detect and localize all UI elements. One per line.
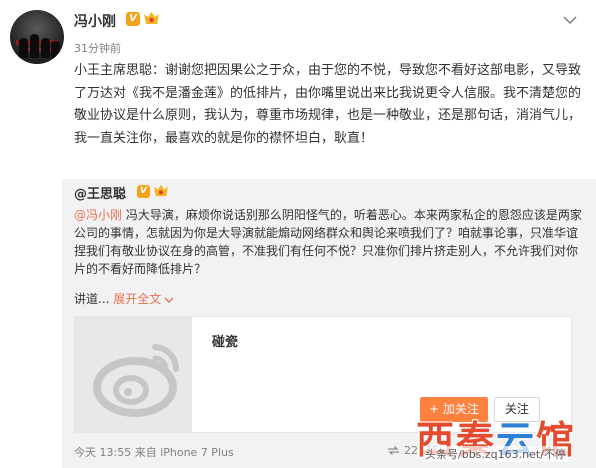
chevron-down-icon[interactable]	[561, 11, 579, 29]
repost-footer[interactable]: 今天 13:55 来自 iPhone 7 Plus	[74, 444, 234, 460]
author-name[interactable]: 冯小刚	[74, 11, 116, 31]
repost-icon[interactable]	[387, 445, 400, 456]
watermark-url: 头条号/bbs.zq163.net/不停	[423, 446, 568, 462]
repost-body: 冯大导演，麻烦你说话别那么阴阳怪气的，听着恶心。本来两家私企的恩怨应该是两家公司…	[74, 208, 582, 276]
avatar-figure	[30, 34, 39, 58]
vip-icon	[144, 12, 159, 24]
expand-full-text-link[interactable]: 展开全文	[113, 292, 161, 306]
truncated-text: 讲道...	[74, 292, 114, 306]
avatar-figure	[19, 38, 28, 58]
avatar-figure	[51, 41, 60, 58]
verified-badge: V	[137, 185, 150, 198]
vip-icon	[154, 184, 168, 197]
weibo-logo-icon	[93, 344, 180, 417]
expand-row: 讲道... 展开全文	[74, 290, 174, 307]
repost-text: @冯小刚 冯大导演，麻烦你说话别那么阴阳怪气的，听着恶心。本来两家私企的恩怨应该…	[74, 206, 586, 278]
post-content: 小王主席思聪：谢谢您把因果公之于众，由于您的不悦，导致您不看好这部电影，又导致了…	[74, 63, 582, 146]
avatar[interactable]	[10, 10, 64, 64]
repost-author[interactable]: @王思聪	[74, 183, 126, 202]
chevron-down-icon[interactable]	[164, 296, 174, 304]
card-thumbnail	[75, 317, 192, 432]
mention-link[interactable]: @冯小刚	[74, 208, 122, 222]
verified-badge: V	[126, 12, 140, 26]
weibo-post: 冯小刚 V 31分钟前 小王主席思聪：谢谢您把因果公之于众，由于您的不悦，导致您…	[0, 0, 596, 468]
post-time[interactable]: 31分钟前	[74, 40, 121, 56]
avatar-figure	[41, 38, 50, 58]
card-title[interactable]: 碰瓷	[212, 331, 238, 350]
